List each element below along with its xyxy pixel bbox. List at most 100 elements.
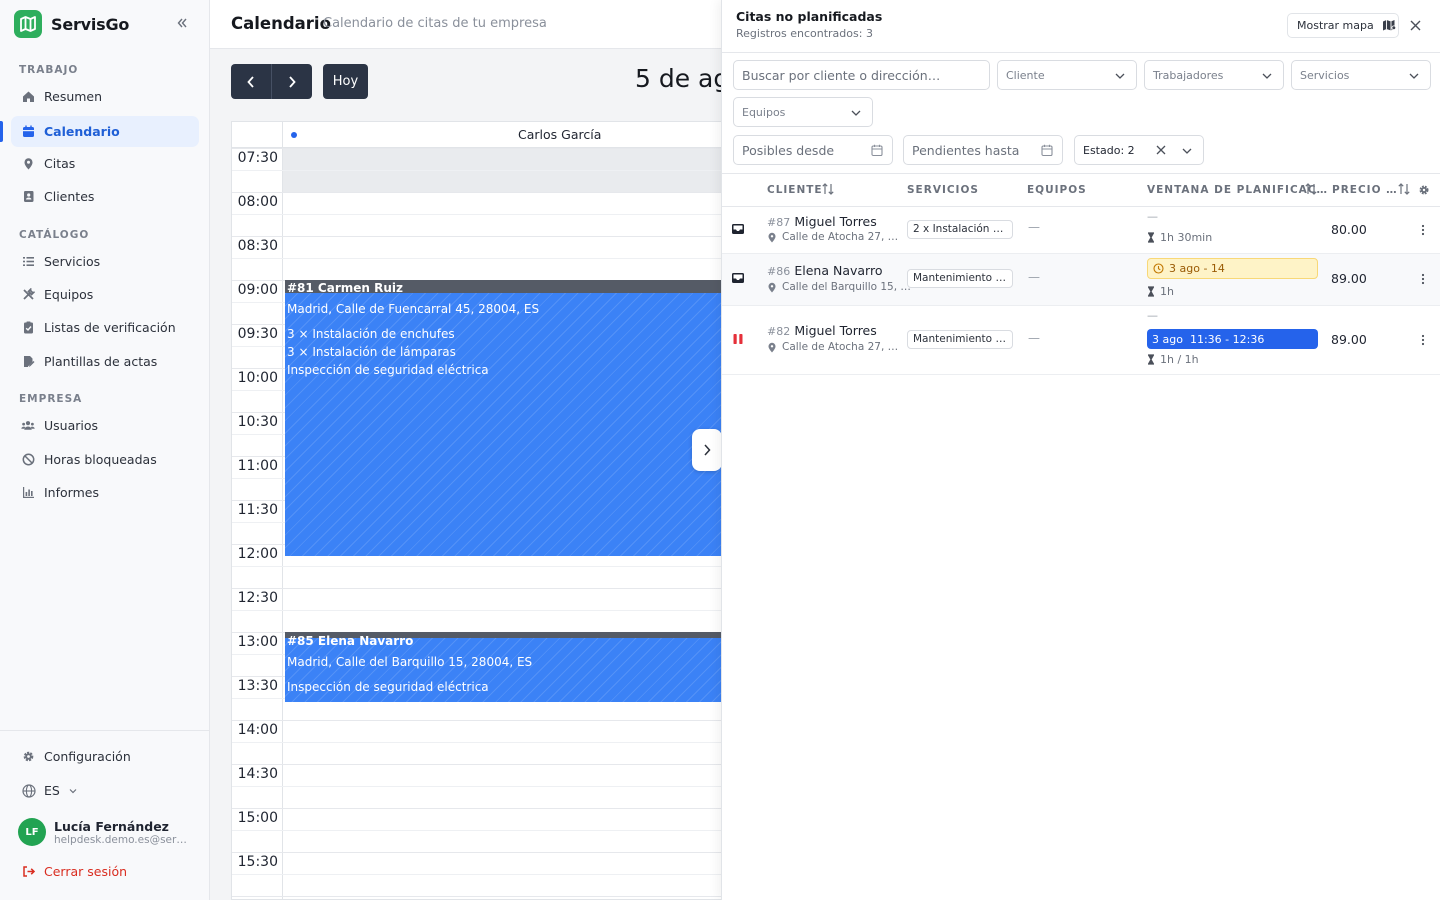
worker-column-header[interactable]: Carlos García	[518, 127, 601, 142]
calendar-icon	[871, 144, 883, 157]
time-label: 09:30	[237, 326, 278, 342]
bar-chart-icon	[21, 486, 35, 500]
gear-icon[interactable]	[1418, 184, 1430, 196]
event-address: Madrid, Calle de Fuencarral 45, 28004, E…	[287, 302, 540, 316]
service-pill: 2 x Instalación de…	[907, 220, 1013, 239]
map-icon	[1382, 20, 1396, 31]
chevron-down-icon	[1409, 73, 1419, 79]
sidebar-item-resumen[interactable]: Resumen	[11, 81, 199, 112]
close-panel-button[interactable]	[1406, 16, 1424, 34]
event-title: #85 Elena Navarro	[287, 634, 414, 648]
hourglass-icon	[1147, 354, 1155, 365]
next-day-button[interactable]	[271, 64, 312, 99]
sort-icon[interactable]	[1398, 182, 1410, 196]
duration: 1h	[1147, 285, 1174, 298]
section-label-catalogo: CATÁLOGO	[19, 229, 90, 241]
language-value: ES	[44, 783, 60, 798]
column-header-ventana[interactable]: VENTANA DE PLANIFICAC…	[1147, 184, 1328, 196]
date-navigation	[231, 64, 312, 99]
expand-panel-button[interactable]	[692, 429, 722, 471]
duration: 1h / 1h	[1147, 353, 1199, 366]
estado-filter-label: Estado: 2	[1083, 143, 1135, 157]
user-profile[interactable]: LF Lucía Fernández helpdesk.demo.es@serv…	[18, 818, 189, 846]
duration: 1h 30min	[1147, 231, 1212, 244]
calendar-icon	[1041, 144, 1053, 157]
time-label: 11:30	[237, 502, 278, 518]
planning-window-value: —	[1147, 309, 1158, 322]
pendientes-hasta-input[interactable]: Pendientes hasta	[903, 135, 1063, 165]
search-input[interactable]: Buscar por cliente o dirección…	[733, 60, 990, 90]
sidebar-item-citas[interactable]: Citas	[11, 148, 199, 179]
equipment-value: —	[1028, 331, 1040, 345]
column-header-precio[interactable]: PRECIO …	[1332, 184, 1398, 196]
today-button[interactable]: Hoy	[323, 64, 368, 99]
panel-title: Citas no planificadas	[736, 9, 883, 24]
posibles-desde-input[interactable]: Posibles desde	[733, 135, 893, 165]
time-label: 14:30	[237, 766, 278, 782]
cliente-filter[interactable]: Cliente	[997, 60, 1137, 90]
column-header-equipos: EQUIPOS	[1027, 184, 1087, 196]
sidebar-item-horas-bloqueadas[interactable]: Horas bloqueadas	[11, 444, 199, 475]
table-row[interactable]: #86 Elena Navarro Calle del Barquillo 15…	[722, 254, 1440, 306]
sidebar-item-plantillas-actas[interactable]: Plantillas de actas	[11, 346, 199, 377]
language-selector[interactable]: ES	[22, 783, 78, 798]
time-label: 13:00	[237, 634, 278, 650]
estado-filter[interactable]: Estado: 2	[1074, 135, 1204, 165]
posibles-desde-label: Posibles desde	[742, 142, 835, 158]
sidebar-item-label: Informes	[44, 485, 99, 500]
records-count: Registros encontrados: 3	[736, 27, 873, 40]
trabajadores-filter[interactable]: Trabajadores	[1144, 60, 1284, 90]
sidebar-item-usuarios[interactable]: Usuarios	[11, 410, 199, 441]
list-icon	[21, 255, 35, 269]
sidebar-item-clientes[interactable]: Clientes	[11, 181, 199, 212]
equipos-filter[interactable]: Equipos	[733, 97, 873, 127]
logout-button[interactable]: Cerrar sesión	[22, 864, 127, 879]
active-indicator	[0, 121, 3, 142]
sidebar-item-listas-verificacion[interactable]: Listas de verificación	[11, 312, 199, 343]
sidebar-item-calendario[interactable]: Calendario	[11, 116, 199, 147]
client-name: Elena Navarro	[794, 263, 883, 278]
chevron-down-icon	[1115, 73, 1125, 79]
contact-book-icon	[21, 190, 35, 204]
time-label: 15:30	[237, 854, 278, 870]
planning-window-value: —	[1147, 210, 1158, 223]
service-pill: Mantenimiento d…	[907, 269, 1013, 288]
map-pin-icon	[768, 232, 776, 242]
sort-icon[interactable]	[1305, 182, 1317, 196]
chevron-down-icon	[69, 788, 77, 793]
column-header-servicios: SERVICIOS	[907, 184, 979, 196]
sidebar-item-informes[interactable]: Informes	[11, 477, 199, 508]
event-service-line: Inspección de seguridad eléctrica	[287, 363, 489, 377]
clear-icon[interactable]	[1155, 144, 1167, 156]
ban-icon	[21, 453, 35, 467]
collapse-sidebar-button[interactable]	[172, 13, 192, 33]
time-label: 09:00	[237, 282, 278, 298]
row-menu-button[interactable]	[1419, 333, 1427, 347]
column-header-cliente[interactable]: CLIENTE	[767, 184, 823, 196]
close-icon	[1410, 20, 1420, 30]
table-row[interactable]: #87 Miguel Torres Calle de Atocha 27, … …	[722, 207, 1440, 254]
show-map-button[interactable]: Mostrar mapa	[1287, 13, 1399, 38]
sidebar-divider	[0, 730, 209, 731]
row-menu-button[interactable]	[1419, 223, 1427, 237]
sort-icon[interactable]	[822, 182, 834, 196]
planning-window-badge: 3 ago 11:36 - 12:36	[1147, 329, 1318, 349]
chevron-down-icon	[851, 110, 861, 116]
brand[interactable]: ServisGo	[14, 10, 129, 38]
sidebar-item-label: Equipos	[44, 287, 94, 302]
event-address: Madrid, Calle del Barquillo 15, 28004, E…	[287, 655, 533, 669]
sidebar-item-configuracion[interactable]: Configuración	[11, 741, 199, 772]
price: 89.00	[1331, 332, 1367, 347]
servicios-filter[interactable]: Servicios	[1291, 60, 1431, 90]
gear-icon	[21, 750, 35, 764]
sidebar-item-servicios[interactable]: Servicios	[11, 246, 199, 277]
equipment-value: —	[1028, 220, 1040, 234]
clock-icon	[1153, 263, 1164, 274]
time-label: 15:00	[237, 810, 278, 826]
table-row[interactable]: #82 Miguel Torres Calle de Atocha 27, … …	[722, 306, 1440, 375]
client-address: Calle de Atocha 27, …	[767, 341, 898, 353]
row-menu-button[interactable]	[1419, 272, 1427, 286]
sidebar-item-equipos[interactable]: Equipos	[11, 279, 199, 310]
double-chevron-left-icon	[177, 18, 187, 28]
previous-day-button[interactable]	[231, 64, 271, 99]
